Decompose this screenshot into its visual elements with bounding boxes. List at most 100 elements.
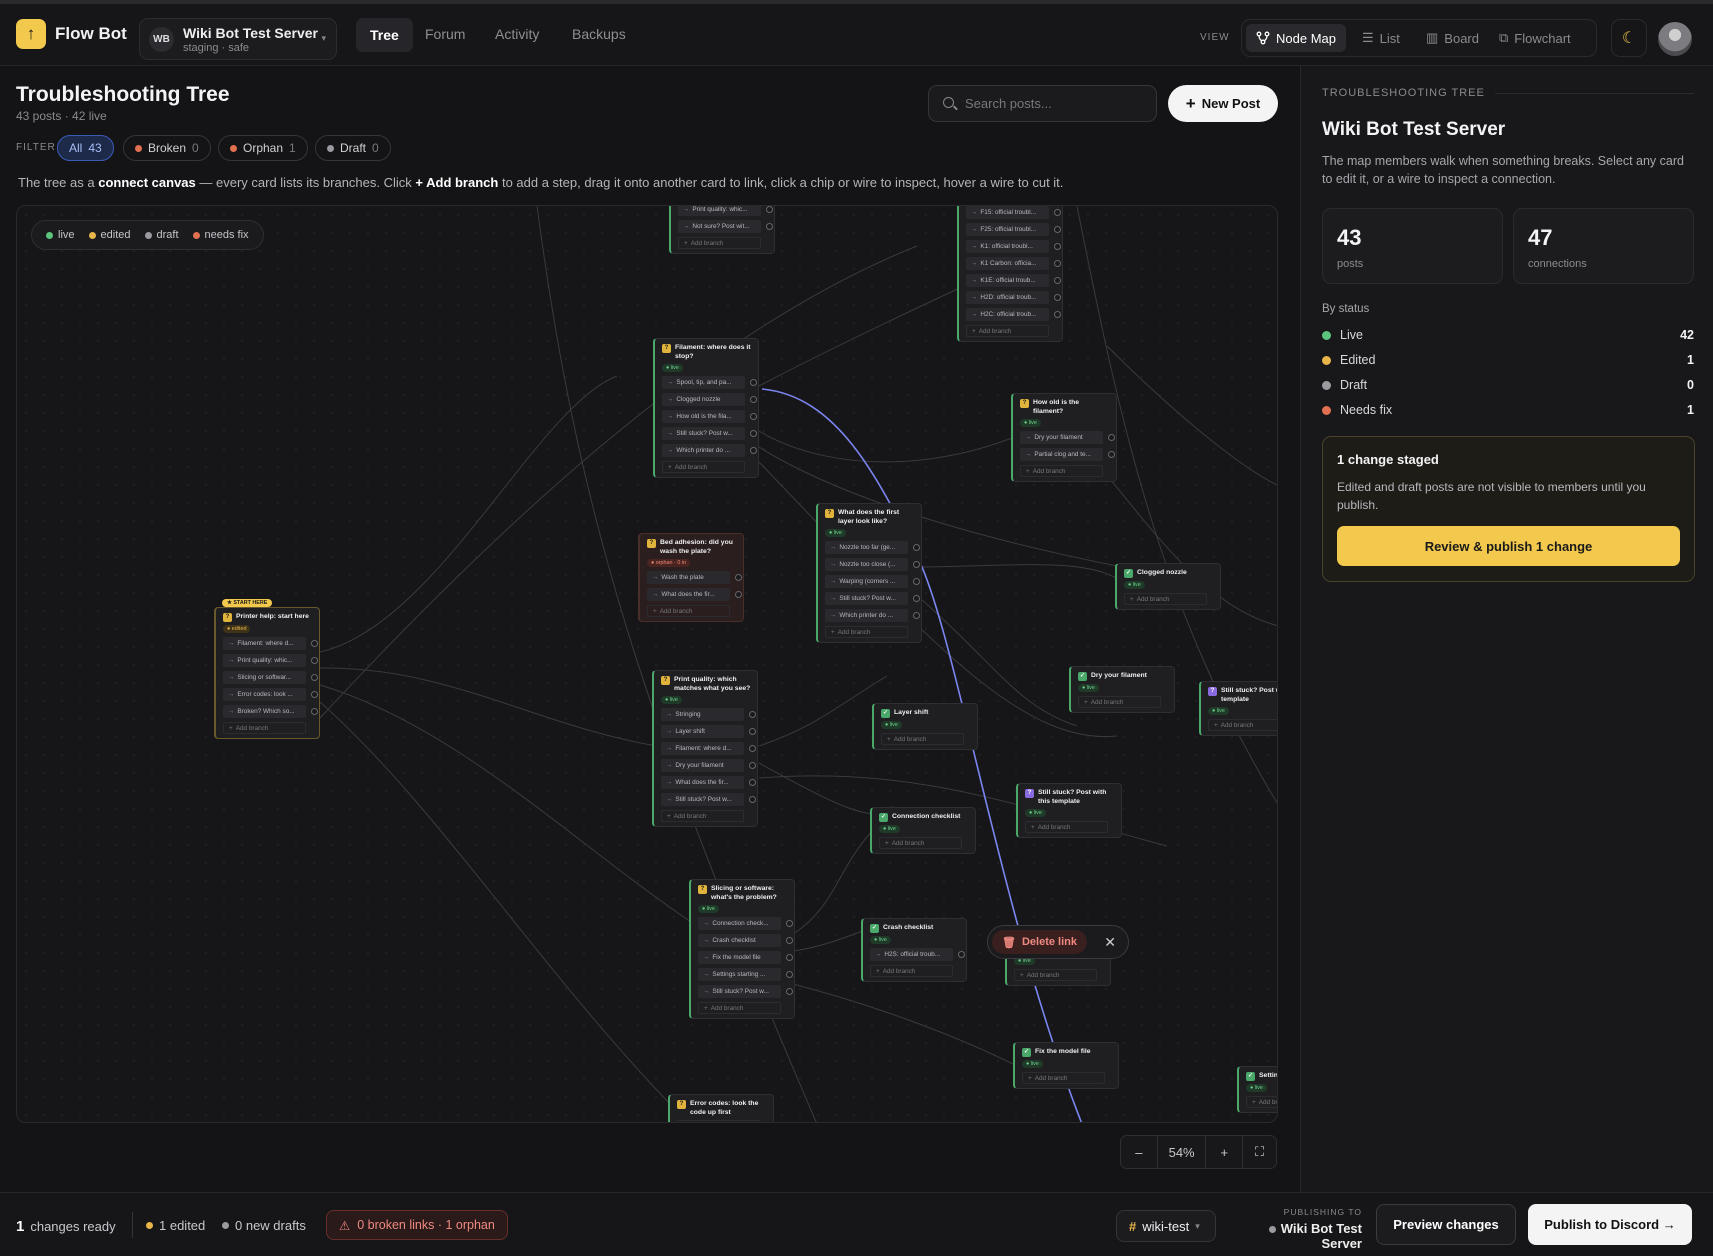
branch-chip[interactable]: → Dry your filament <box>661 759 756 772</box>
app-logo-icon[interactable]: ↑ <box>16 19 46 49</box>
channel-selector[interactable]: # wiki-test ▾ <box>1116 1210 1216 1242</box>
branch-chip[interactable]: → Filament: where d... <box>223 637 318 650</box>
theme-toggle-moon-icon[interactable]: ☾ <box>1611 19 1647 57</box>
branch-chip[interactable]: → Settings starting ... <box>698 968 793 981</box>
branch-chip[interactable]: → H2C: official troub... <box>966 308 1061 321</box>
zoom-out-button[interactable]: – <box>1121 1136 1157 1168</box>
wire[interactable] <box>758 461 1118 738</box>
wire[interactable] <box>319 701 673 1107</box>
view-flowchart[interactable]: ⧉ Flowchart <box>1489 24 1581 52</box>
branch-chip[interactable]: → Still stuck? Post w... <box>698 985 793 998</box>
branch-chip[interactable]: → What does the fir... <box>661 776 756 789</box>
post-card[interactable]: → Print quality: whic... → Not sure? Post w… <box>669 206 775 254</box>
branch-chip[interactable]: → Broken? Which so... <box>223 705 318 718</box>
branch-chip[interactable]: → Spool, tip, and pa... <box>662 376 757 389</box>
server-selector[interactable]: WB Wiki Bot Test Server staging · safe ▾ <box>139 18 337 60</box>
wire[interactable] <box>758 430 1018 463</box>
add-branch-button[interactable]: +Add branch <box>1014 969 1097 981</box>
add-branch-button[interactable]: +Add branch <box>825 626 908 638</box>
tab-forum[interactable]: Forum <box>425 26 465 42</box>
wire[interactable] <box>1106 345 1278 486</box>
post-card[interactable]: ? Still stuck? Post with this template ● l… <box>1016 783 1122 838</box>
filter-chip-draft[interactable]: Draft 0 <box>315 135 391 161</box>
branch-chip[interactable]: → K1E: official troub... <box>966 274 1061 287</box>
post-card[interactable]: ? Bed adhesion: did you wash the plate? ● … <box>638 533 744 622</box>
add-branch-button[interactable]: +Add branch <box>698 1002 781 1014</box>
publish-to-discord-button[interactable]: Publish to Discord → <box>1528 1204 1692 1245</box>
post-card[interactable]: ? Print quality: which matches what you s… <box>652 670 758 827</box>
post-card[interactable]: ✓ Settin ● live +Add branch <box>1237 1066 1277 1113</box>
branch-chip[interactable]: → Print quality: whic... <box>678 206 773 216</box>
branch-chip[interactable]: → Not sure? Post wit... <box>678 220 773 233</box>
branch-chip[interactable]: → Error codes: look ... <box>223 688 318 701</box>
add-branch-button[interactable]: +Add branch <box>870 965 953 977</box>
branch-chip[interactable]: → Still stuck? Post w... <box>662 427 757 440</box>
post-card[interactable]: ? Filament: where does it stop? ● live → Spo… <box>653 338 759 478</box>
fullscreen-icon[interactable]: ⛶ <box>1242 1136 1276 1168</box>
branch-chip[interactable]: → K1: official troubl... <box>966 240 1061 253</box>
post-card[interactable]: ? How old is the filament? ● live → Dry your… <box>1011 393 1117 482</box>
post-card[interactable]: ✓ Connection checklist ● live + Add branch <box>870 807 976 854</box>
branch-chip[interactable]: → K1 Carbon: officia... <box>966 257 1061 270</box>
add-branch-button[interactable]: +Add branch <box>223 722 306 734</box>
branch-chip[interactable]: → How old is the fila... <box>662 410 757 423</box>
branch-chip[interactable]: → Filament: where d... <box>661 742 756 755</box>
branch-chip[interactable]: → Clogged nozzle <box>662 393 757 406</box>
branch-chip[interactable]: → H2S: official troub... <box>870 948 965 961</box>
add-branch-button[interactable]: +Add branch <box>1078 696 1161 708</box>
branch-chip[interactable]: → Nozzle too close (... <box>825 558 920 571</box>
user-avatar[interactable] <box>1658 22 1692 56</box>
branch-chip[interactable]: → Which printer do ... <box>825 609 920 622</box>
close-icon[interactable]: ✕ <box>1104 934 1116 951</box>
post-card[interactable]: ? Slicing or software: what's the problem… <box>689 879 795 1019</box>
add-branch-button[interactable]: +Add branch <box>1208 719 1277 731</box>
tab-backups[interactable]: Backups <box>572 26 626 42</box>
wire[interactable] <box>319 684 698 927</box>
add-branch-button[interactable]: +Add branch <box>1022 1072 1105 1084</box>
add-branch-button[interactable]: +Add branch <box>677 1120 760 1122</box>
post-card[interactable]: ? What does the first layer look like? ● l… <box>816 503 922 643</box>
add-branch-button[interactable]: +Add branch <box>1124 593 1207 605</box>
branch-chip[interactable]: → What does the fir... <box>647 588 742 601</box>
wire[interactable] <box>758 675 888 747</box>
branch-chip[interactable]: → Print quality: whic... <box>223 654 318 667</box>
branch-chip[interactable]: → F15: official troubl... <box>966 206 1061 219</box>
delete-link-button[interactable]: 🗑 Delete link <box>992 930 1087 954</box>
branch-chip[interactable]: → Dry your filament <box>1020 431 1115 444</box>
branch-chip[interactable]: → Fix the model file <box>698 951 793 964</box>
view-node-map[interactable]: Node Map <box>1246 24 1346 52</box>
preview-changes-button[interactable]: Preview changes <box>1376 1204 1516 1245</box>
app-name[interactable]: Flow Bot <box>55 24 127 44</box>
post-card[interactable]: ✓ Clogged nozzle ● live + Add branch <box>1115 563 1221 610</box>
branch-chip[interactable]: → Still stuck? Post w... <box>825 592 920 605</box>
branch-chip[interactable]: → Stringing <box>661 708 756 721</box>
zoom-in-button[interactable]: + <box>1206 1136 1242 1168</box>
branch-chip[interactable]: → Layer shift <box>661 725 756 738</box>
branch-chip[interactable]: → Connection check... <box>698 917 793 930</box>
tab-tree[interactable]: Tree <box>356 18 413 52</box>
branch-chip[interactable]: → Partial clog and te... <box>1020 448 1115 461</box>
wire[interactable] <box>319 667 658 747</box>
post-card[interactable]: ✓ Dry your filament ● live + Add branch <box>1069 666 1175 713</box>
branch-chip[interactable]: → F25: official troubl... <box>966 223 1061 236</box>
branch-chip[interactable]: → Warping (corners ... <box>825 575 920 588</box>
broken-links-badge[interactable]: ⚠ 0 broken links · 1 orphan <box>326 1210 508 1240</box>
add-branch-button[interactable]: +Add branch <box>662 461 745 473</box>
new-post-button[interactable]: + New Post <box>1168 85 1278 122</box>
branch-chip[interactable]: → Nozzle too far (ge... <box>825 541 920 554</box>
add-branch-button[interactable]: +Add branch <box>1246 1096 1277 1108</box>
post-card[interactable]: ✓ Layer shift ● live + Add branch <box>872 703 978 750</box>
filter-chip-all[interactable]: All 43 <box>57 135 114 161</box>
review-publish-button[interactable]: Review & publish 1 change <box>1337 526 1680 566</box>
branch-chip[interactable]: → Which printer do ... <box>662 444 757 457</box>
wire[interactable] <box>792 983 1018 1067</box>
post-card-start[interactable]: ★ START HERE? Printer help: start here ● e… <box>214 599 320 739</box>
selected-wire[interactable] <box>761 388 1083 1123</box>
branch-chip[interactable]: → H2D: official troub... <box>966 291 1061 304</box>
filter-chip-broken[interactable]: Broken 0 <box>123 135 211 161</box>
add-branch-button[interactable]: +Add branch <box>1020 465 1103 477</box>
post-card[interactable]: ? Error codes: look the code up first +Add… <box>668 1094 774 1122</box>
view-list[interactable]: ☰ List <box>1352 24 1410 52</box>
branch-chip[interactable]: → Slicing or softwar... <box>223 671 318 684</box>
add-branch-button[interactable]: +Add branch <box>879 837 962 849</box>
